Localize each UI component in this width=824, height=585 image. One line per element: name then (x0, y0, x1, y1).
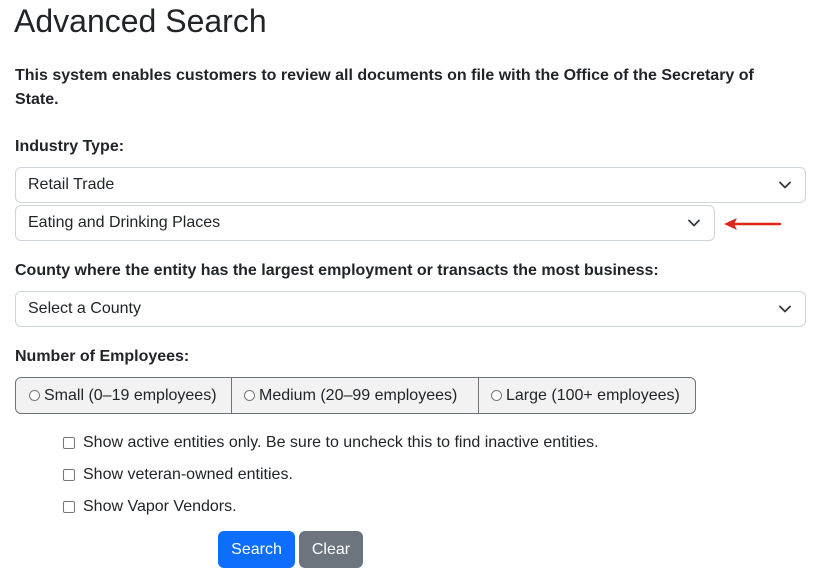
filter-active-only[interactable]: Show active entities only. Be sure to un… (63, 433, 599, 453)
intro-text: This system enables customers to review … (15, 67, 754, 108)
employee-size-group: Small (0–19 employees) Medium (20–99 emp… (15, 377, 696, 414)
employee-option-medium-label: Medium (20–99 employees) (259, 386, 458, 404)
active-only-checkbox[interactable] (63, 437, 75, 449)
employee-option-medium[interactable]: Medium (20–99 employees) (232, 378, 479, 413)
industry-type-select[interactable]: Retail Trade (15, 167, 806, 203)
page-title: Advanced Search (14, 3, 267, 39)
chevron-down-icon (779, 305, 791, 313)
county-select[interactable]: Select a County (15, 291, 806, 327)
filter-veteran-owned[interactable]: Show veteran-owned entities. (63, 465, 293, 485)
active-only-label: Show active entities only. Be sure to un… (83, 434, 599, 451)
county-label: County where the entity has the largest … (15, 262, 659, 279)
radio-small[interactable] (29, 390, 40, 401)
employee-option-large-label: Large (100+ employees) (506, 386, 680, 404)
employees-label: Number of Employees: (15, 348, 190, 365)
industry-subtype-select[interactable]: Eating and Drinking Places (15, 205, 715, 241)
industry-type-label: Industry Type: (15, 138, 125, 155)
county-value: Select a County (28, 300, 141, 317)
search-button[interactable]: Search (218, 531, 295, 568)
radio-medium[interactable] (244, 390, 255, 401)
employee-option-large[interactable]: Large (100+ employees) (479, 378, 695, 413)
clear-button[interactable]: Clear (299, 531, 363, 568)
vapor-vendors-label: Show Vapor Vendors. (83, 498, 237, 515)
chevron-down-icon (688, 219, 700, 227)
industry-subtype-value: Eating and Drinking Places (28, 214, 221, 231)
industry-type-value: Retail Trade (28, 176, 115, 193)
employee-option-small[interactable]: Small (0–19 employees) (16, 378, 232, 413)
vapor-vendors-checkbox[interactable] (63, 501, 75, 513)
radio-large[interactable] (491, 390, 502, 401)
employee-option-small-label: Small (0–19 employees) (44, 386, 217, 404)
veteran-owned-checkbox[interactable] (63, 469, 75, 481)
chevron-down-icon (779, 181, 791, 189)
red-arrow-icon (724, 218, 782, 230)
filter-vapor-vendors[interactable]: Show Vapor Vendors. (63, 497, 237, 517)
veteran-owned-label: Show veteran-owned entities. (83, 466, 293, 483)
